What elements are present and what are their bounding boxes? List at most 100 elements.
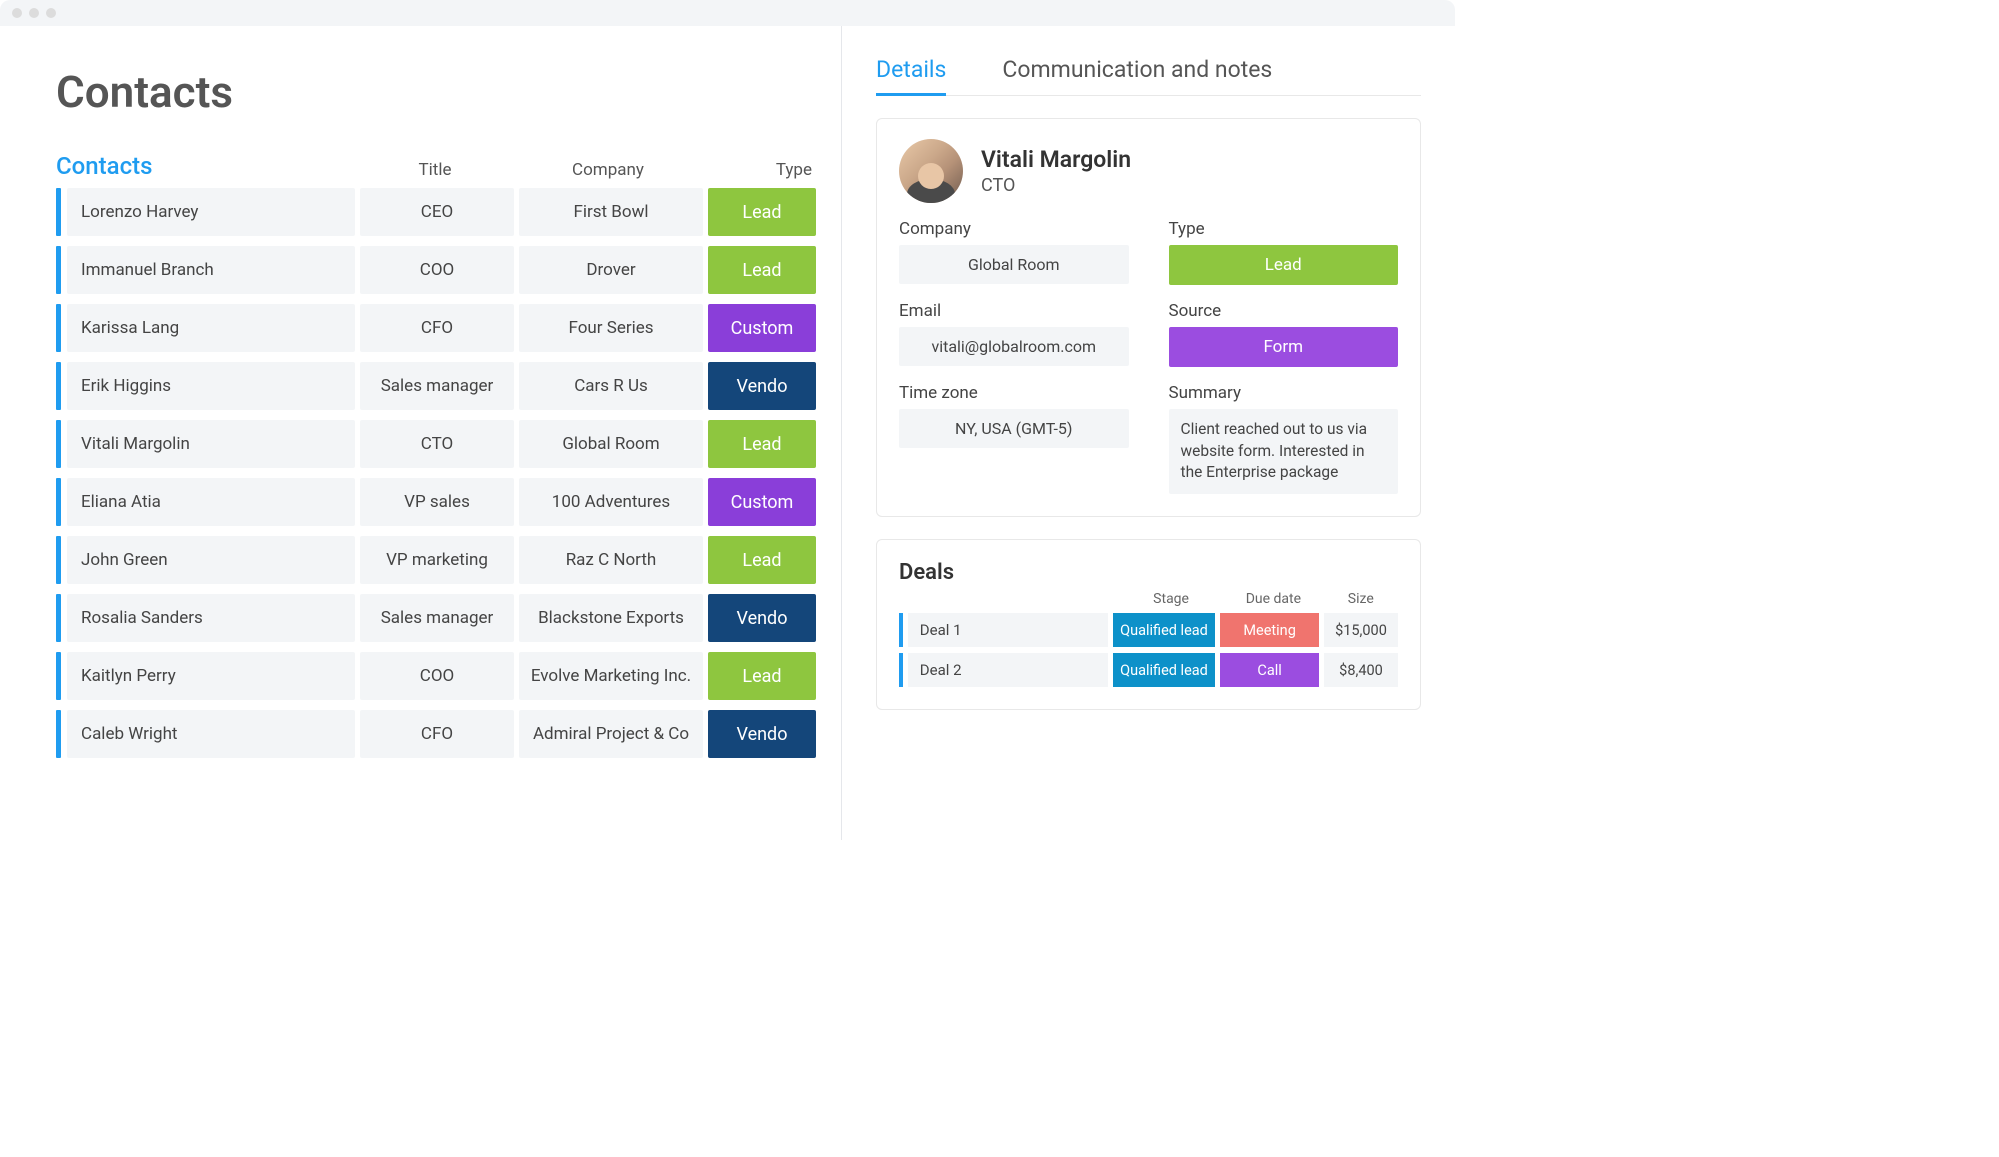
window-control-close[interactable] <box>12 8 22 18</box>
cell-type: Lead <box>708 536 816 584</box>
cell-type: Custom <box>708 304 816 352</box>
contact-details-card: Vitali Margolin CTO Company Global Room … <box>876 118 1421 517</box>
table-row[interactable]: Rosalia Sanders Sales manager Blackstone… <box>56 594 841 642</box>
field-type: Type Lead <box>1169 219 1399 285</box>
table-row[interactable]: Kaitlyn Perry COO Evolve Marketing Inc. … <box>56 652 841 700</box>
window-control-min[interactable] <box>29 8 39 18</box>
field-source: Source Form <box>1169 301 1399 367</box>
row-stripe <box>56 188 61 236</box>
cell-company: First Bowl <box>519 188 703 236</box>
value-email[interactable]: vitali@globalroom.com <box>899 327 1129 366</box>
cell-company: Four Series <box>519 304 703 352</box>
label-summary: Summary <box>1169 383 1399 403</box>
cell-name: Rosalia Sanders <box>67 594 355 642</box>
cell-type: Vendo <box>708 362 816 410</box>
cell-type: Lead <box>708 246 816 294</box>
value-company[interactable]: Global Room <box>899 245 1129 284</box>
table-row[interactable]: Erik Higgins Sales manager Cars R Us Ven… <box>56 362 841 410</box>
row-stripe <box>56 594 61 642</box>
deals-col-due: Due date <box>1223 591 1323 607</box>
cell-company: Admiral Project & Co <box>519 710 703 758</box>
cell-company: 100 Adventures <box>519 478 703 526</box>
label-type: Type <box>1169 219 1399 239</box>
contacts-table-body: Lorenzo Harvey CEO First Bowl Lead Imman… <box>56 188 841 758</box>
field-company: Company Global Room <box>899 219 1129 285</box>
table-row[interactable]: Immanuel Branch COO Drover Lead <box>56 246 841 294</box>
cell-name: Vitali Margolin <box>67 420 355 468</box>
row-stripe <box>899 653 903 687</box>
deals-header: Stage Due date Size <box>899 591 1398 607</box>
deal-row[interactable]: Deal 1 Qualified lead Meeting $15,000 <box>899 613 1398 647</box>
row-stripe <box>56 478 61 526</box>
cell-type: Lead <box>708 420 816 468</box>
deal-due: Meeting <box>1220 613 1319 647</box>
profile-name: Vitali Margolin <box>981 146 1131 173</box>
cell-company: Global Room <box>519 420 703 468</box>
cell-name: Karissa Lang <box>67 304 355 352</box>
cell-company: Drover <box>519 246 703 294</box>
deal-name: Deal 2 <box>908 653 1108 687</box>
deals-card: Deals Stage Due date Size Deal 1 Qualifi… <box>876 539 1421 710</box>
row-stripe <box>899 613 903 647</box>
cell-title: COO <box>360 652 514 700</box>
value-type[interactable]: Lead <box>1169 245 1399 285</box>
deal-name: Deal 1 <box>908 613 1108 647</box>
cell-name: John Green <box>67 536 355 584</box>
table-row[interactable]: Caleb Wright CFO Admiral Project & Co Ve… <box>56 710 841 758</box>
cell-company: Raz C North <box>519 536 703 584</box>
label-company: Company <box>899 219 1129 239</box>
table-row[interactable]: Karissa Lang CFO Four Series Custom <box>56 304 841 352</box>
column-header-company[interactable]: Company <box>514 160 702 180</box>
tabs: Details Communication and notes <box>876 56 1421 96</box>
row-stripe <box>56 420 61 468</box>
value-source[interactable]: Form <box>1169 327 1399 367</box>
value-summary[interactable]: Client reached out to us via website for… <box>1169 409 1399 494</box>
profile-header: Vitali Margolin CTO <box>899 139 1398 203</box>
cell-title: CEO <box>360 188 514 236</box>
cell-name: Erik Higgins <box>67 362 355 410</box>
cell-name: Eliana Atia <box>67 478 355 526</box>
deals-col-size: Size <box>1324 591 1398 607</box>
row-stripe <box>56 536 61 584</box>
row-stripe <box>56 710 61 758</box>
cell-name: Lorenzo Harvey <box>67 188 355 236</box>
cell-name: Caleb Wright <box>67 710 355 758</box>
deal-stage: Qualified lead <box>1113 653 1216 687</box>
deal-stage: Qualified lead <box>1113 613 1216 647</box>
cell-type: Custom <box>708 478 816 526</box>
contacts-table-header: Contacts Title Company Type <box>56 152 841 180</box>
field-timezone: Time zone NY, USA (GMT-5) <box>899 383 1129 494</box>
value-timezone[interactable]: NY, USA (GMT-5) <box>899 409 1129 448</box>
tab-communication[interactable]: Communication and notes <box>1002 56 1272 95</box>
cell-type: Lead <box>708 652 816 700</box>
page-title: Contacts <box>56 66 841 118</box>
cell-company: Blackstone Exports <box>519 594 703 642</box>
column-header-contacts[interactable]: Contacts <box>56 152 356 180</box>
label-source: Source <box>1169 301 1399 321</box>
contacts-pane: Contacts Contacts Title Company Type Lor… <box>0 26 841 840</box>
deal-due: Call <box>1220 653 1319 687</box>
deal-size: $15,000 <box>1324 613 1398 647</box>
table-row[interactable]: John Green VP marketing Raz C North Lead <box>56 536 841 584</box>
row-stripe <box>56 304 61 352</box>
cell-type: Lead <box>708 188 816 236</box>
deal-row[interactable]: Deal 2 Qualified lead Call $8,400 <box>899 653 1398 687</box>
table-row[interactable]: Vitali Margolin CTO Global Room Lead <box>56 420 841 468</box>
cell-type: Vendo <box>708 710 816 758</box>
cell-name: Kaitlyn Perry <box>67 652 355 700</box>
tab-details[interactable]: Details <box>876 56 946 96</box>
row-stripe <box>56 652 61 700</box>
window-titlebar <box>0 0 1455 26</box>
cell-title: COO <box>360 246 514 294</box>
row-stripe <box>56 362 61 410</box>
label-timezone: Time zone <box>899 383 1129 403</box>
label-email: Email <box>899 301 1129 321</box>
deals-title: Deals <box>899 560 1398 585</box>
column-header-title[interactable]: Title <box>356 160 514 180</box>
window-control-max[interactable] <box>46 8 56 18</box>
deals-col-stage: Stage <box>1119 591 1223 607</box>
table-row[interactable]: Eliana Atia VP sales 100 Adventures Cust… <box>56 478 841 526</box>
column-header-type[interactable]: Type <box>702 160 822 180</box>
cell-title: CFO <box>360 304 514 352</box>
table-row[interactable]: Lorenzo Harvey CEO First Bowl Lead <box>56 188 841 236</box>
